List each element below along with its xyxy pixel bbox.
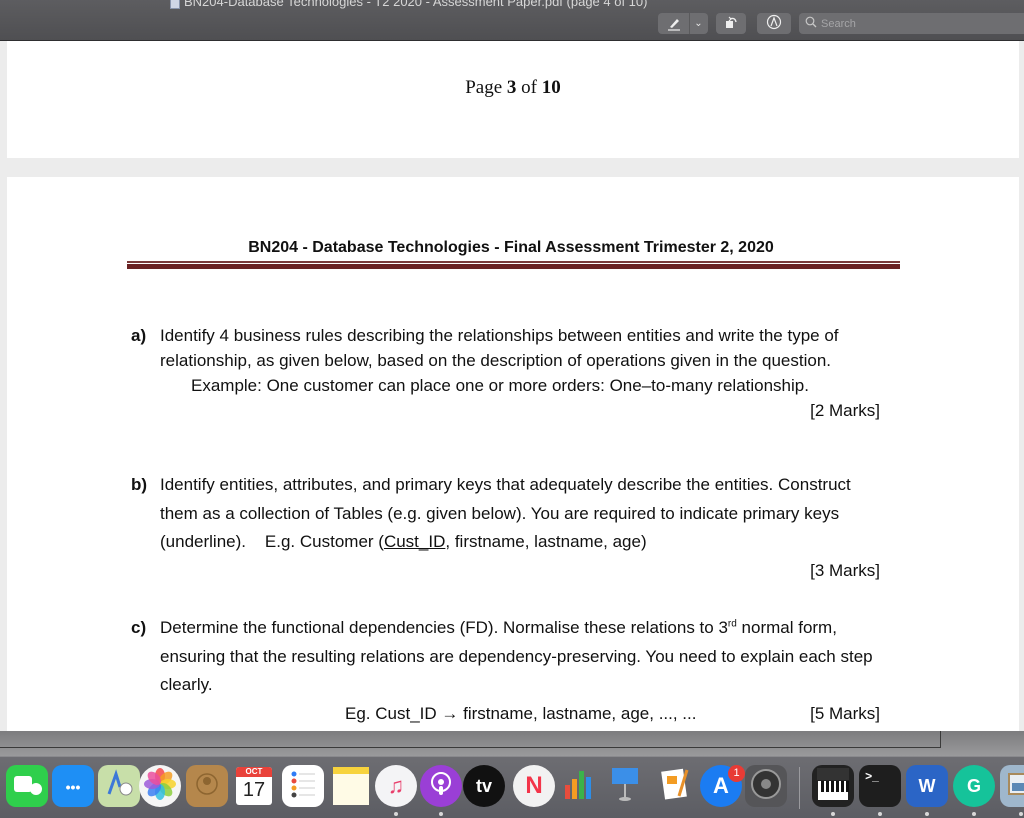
dock-item-pages[interactable] (654, 765, 696, 807)
chevron-down-icon[interactable]: ⌄ (690, 18, 707, 29)
rotate-icon (723, 14, 739, 33)
pages-icon (659, 766, 691, 807)
question-text: Identify 4 business rules describing the… (160, 326, 839, 370)
dock-item-calendar[interactable]: OCT 17 (233, 765, 275, 807)
dock-item-system-preferences[interactable] (745, 765, 787, 807)
photos-icon (143, 767, 177, 806)
running-indicator (831, 812, 835, 816)
calendar-icon: OCT 17 (236, 767, 272, 805)
dock-item-music[interactable]: ♫ (375, 765, 417, 807)
grammarly-icon: G (966, 775, 981, 796)
fd-example-row: Eg. Cust_ID → firstname, lastname, age, … (131, 700, 891, 728)
pdf-document-view[interactable]: Page 3 of 10 BN204 - Database Technologi… (0, 41, 1024, 731)
current-page: BN204 - Database Technologies - Final As… (7, 177, 1019, 731)
preview-icon (1006, 769, 1024, 804)
running-indicator (925, 812, 929, 816)
question-marks: [3 Marks] (810, 560, 880, 580)
running-indicator (394, 812, 398, 816)
pen-icon[interactable] (658, 13, 690, 34)
question-label: b) (131, 475, 148, 494)
dock-item-terminal[interactable]: >_ (859, 765, 901, 807)
question-example: Example: One customer can place one or m… (191, 376, 809, 395)
window-title-text: BN204-Database Technologies - T2 2020 - … (184, 0, 648, 9)
podcasts-icon (428, 771, 454, 802)
page-number-footer: Page 3 of 10 (465, 77, 561, 98)
question-text: Identify entities, attributes, and prima… (160, 475, 851, 551)
dock-item-grammarly[interactable]: G (953, 765, 995, 807)
dock-item-reminders[interactable] (282, 765, 324, 807)
rotate-button[interactable] (716, 13, 746, 34)
notes-icon (333, 767, 369, 805)
numbers-icon (561, 767, 595, 806)
question-b: b) Identify entities, attributes, and pr… (131, 471, 891, 585)
page-current: 3 (506, 77, 517, 98)
dock: ••• OCT 17 ♫ tv N A 1 >_ W G (0, 756, 1024, 818)
pdf-document-icon (170, 0, 180, 9)
apple-tv-icon: tv (475, 775, 492, 796)
dock-item-messages[interactable]: ••• (52, 765, 94, 807)
dock-item-microsoft-word[interactable]: W (906, 765, 948, 807)
question-label: a) (131, 326, 147, 345)
dock-item-photos[interactable] (139, 765, 181, 807)
contacts-icon (194, 771, 220, 802)
word-icon: W (918, 775, 936, 796)
window-bottom-frame (0, 731, 1024, 756)
document-header: BN204 - Database Technologies - Final As… (248, 239, 774, 256)
question-example: Eg. Cust_ID → firstname, lastname, age, … (345, 703, 697, 723)
dock-item-midi-keyboard[interactable] (812, 765, 854, 807)
arrow-icon: → (441, 703, 459, 723)
terminal-icon: >_ (865, 769, 879, 783)
question-marks: [5 Marks] (810, 703, 880, 723)
app-store-icon: A (713, 773, 729, 798)
dock-item-contacts[interactable] (186, 765, 228, 807)
dock-item-podcasts[interactable] (420, 765, 462, 807)
window-toolbar: BN204-Database Technologies - T2 2020 - … (0, 0, 1024, 41)
header-rule (127, 261, 900, 263)
running-indicator (878, 812, 882, 816)
dock-item-preview[interactable] (1000, 765, 1024, 807)
markup-toolbar-button[interactable]: ⌄ (658, 13, 708, 34)
dock-item-facetime[interactable] (6, 765, 48, 807)
search-icon (805, 15, 817, 33)
primary-key-example: Cust_ID (383, 532, 446, 551)
facetime-icon (12, 773, 42, 800)
question-example: E.g. Customer ( (264, 532, 384, 551)
window-title: BN204-Database Technologies - T2 2020 - … (170, 0, 647, 9)
dock-item-maps[interactable] (98, 765, 140, 807)
markup-icon (766, 14, 782, 33)
question-a: a) Identify 4 business rules describing … (131, 323, 891, 423)
page-total: 10 (541, 77, 561, 98)
markup-button[interactable] (757, 13, 791, 34)
reminders-icon (288, 769, 318, 804)
running-indicator (1019, 812, 1023, 816)
running-indicator (439, 812, 443, 816)
notification-badge: 1 (728, 765, 745, 782)
search-field[interactable] (799, 13, 1024, 34)
header-rule-thick (127, 264, 900, 269)
dock-item-news[interactable]: N (513, 765, 555, 807)
dock-item-keynote[interactable] (604, 765, 646, 807)
music-icon: ♫ (387, 773, 405, 798)
running-indicator (972, 812, 976, 816)
question-c: c) Determine the functional dependencies… (131, 614, 891, 728)
keyboard-instrument-icon (815, 766, 851, 807)
search-input[interactable] (821, 17, 1001, 30)
maps-icon (104, 768, 134, 804)
dock-item-tv[interactable]: tv (463, 765, 505, 807)
previous-page: Page 3 of 10 (7, 41, 1019, 158)
keynote-icon (609, 766, 641, 807)
news-icon: N (525, 772, 543, 799)
dock-item-notes[interactable] (330, 765, 372, 807)
question-label: c) (131, 618, 147, 637)
system-preferences-icon (749, 767, 783, 806)
dock-item-numbers[interactable] (557, 765, 599, 807)
question-text: Determine the functional dependencies (F… (160, 618, 873, 694)
dock-separator (799, 767, 800, 809)
question-marks: [2 Marks] (810, 401, 880, 420)
messages-icon: ••• (65, 778, 81, 795)
